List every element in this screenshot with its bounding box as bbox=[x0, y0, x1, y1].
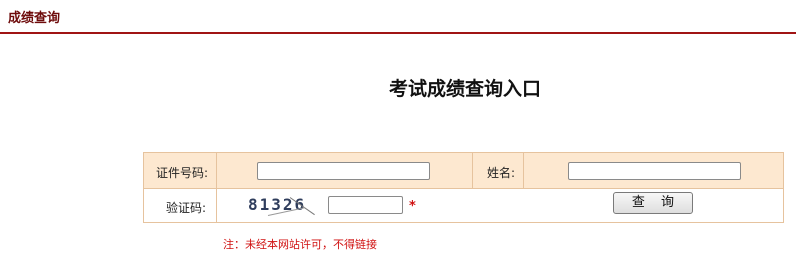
cell-divider bbox=[216, 189, 217, 222]
search-button[interactable]: 查 询 bbox=[613, 192, 693, 214]
captcha-image[interactable]: 81326 bbox=[248, 195, 322, 219]
cell-divider bbox=[472, 153, 473, 188]
page-title: 考试成绩查询入口 bbox=[388, 78, 541, 100]
name-label: 姓名: bbox=[487, 166, 516, 180]
id-number-input[interactable] bbox=[257, 162, 430, 180]
form-row-captcha: 验证码: 81326 * 查 询 bbox=[144, 189, 783, 222]
name-input[interactable] bbox=[568, 162, 741, 180]
top-bar: 成绩查询 bbox=[0, 0, 796, 34]
notice-text: 注：未经本网站许可，不得链接 bbox=[223, 238, 377, 251]
required-mark: * bbox=[409, 199, 416, 214]
captcha-input[interactable] bbox=[328, 196, 403, 214]
form-row-id-name: 证件号码: 姓名: bbox=[144, 153, 783, 189]
captcha-text: 81326 bbox=[248, 195, 307, 214]
query-form: 证件号码: 姓名: 验证码: 81326 * 查 询 bbox=[143, 152, 784, 223]
cell-divider bbox=[216, 153, 217, 188]
cell-divider bbox=[523, 153, 524, 188]
captcha-label: 验证码: bbox=[166, 201, 207, 215]
id-number-label: 证件号码: bbox=[156, 166, 209, 180]
section-title: 成绩查询 bbox=[8, 11, 61, 26]
